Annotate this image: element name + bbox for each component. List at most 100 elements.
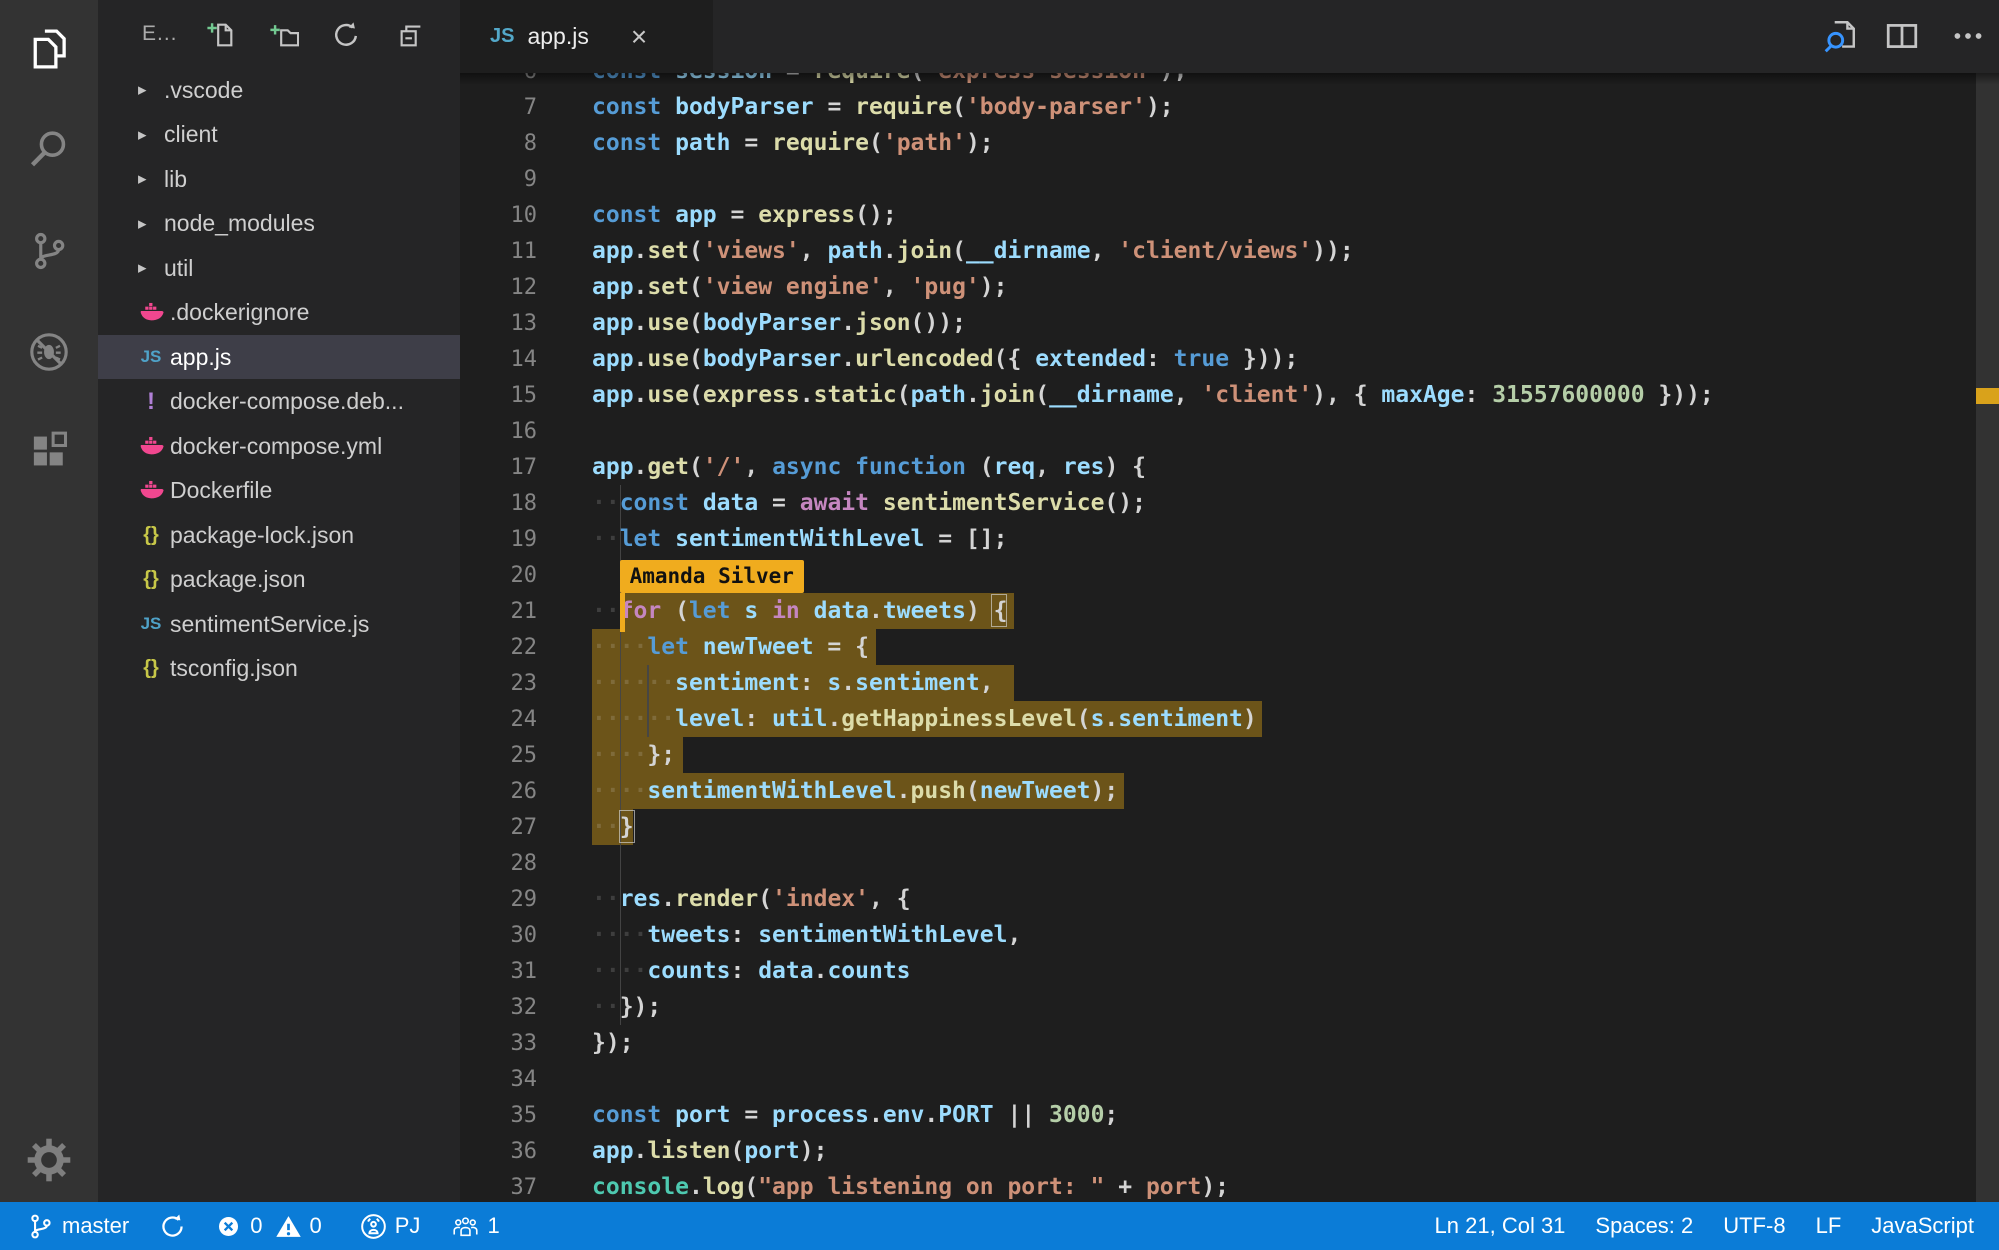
status-ln-21-col-31[interactable]: Ln 21, Col 31 — [1435, 1213, 1566, 1239]
tree-item-label: Dockerfile — [170, 477, 272, 504]
tab-close-icon[interactable]: × — [631, 23, 647, 51]
activitybar-source-control-icon[interactable] — [27, 229, 71, 273]
code-line-28: 28 — [460, 845, 1999, 881]
tree-item-tsconfig-json[interactable]: {}tsconfig.json — [98, 647, 460, 691]
status-warning[interactable]: 0 — [274, 1212, 322, 1241]
line-number: 9 — [460, 162, 537, 198]
code-line-12: 12app.set('view engine', 'pug'); — [460, 269, 1999, 305]
code-line-21: 21··for (let s in data.tweets) { — [460, 593, 1999, 629]
status-label: master — [62, 1213, 129, 1239]
activitybar-extensions-icon[interactable] — [27, 429, 71, 473]
code-line-31: 31····counts: data.counts — [460, 953, 1999, 989]
line-number: 18 — [460, 486, 537, 522]
live-share-icon — [359, 1212, 388, 1241]
js-file-icon: JS — [490, 25, 514, 48]
activity-bar — [0, 0, 98, 1202]
tree-item-client[interactable]: ▸client — [98, 113, 460, 157]
line-number: 14 — [460, 342, 537, 378]
tree-item-label: docker-compose.deb... — [170, 388, 404, 415]
code-line-11: 11app.set('views', path.join(__dirname, … — [460, 233, 1999, 269]
search-in-file-icon[interactable] — [1822, 18, 1858, 54]
editor-top-shadow — [460, 73, 1999, 85]
status-label: PJ — [395, 1213, 421, 1239]
line-number: 28 — [460, 846, 537, 882]
code-line-23: 23······sentiment: s.sentiment, — [460, 665, 1999, 701]
git-branch-icon — [26, 1212, 55, 1241]
status-git-branch[interactable]: master — [26, 1212, 129, 1241]
line-number: 22 — [460, 630, 537, 666]
code-line-24: 24······level: util.getHappinessLevel(s.… — [460, 701, 1999, 737]
tree-item-label: lib — [164, 166, 187, 193]
line-number: 16 — [460, 414, 537, 450]
warning-icon — [274, 1212, 303, 1241]
chevron-right-icon: ▸ — [138, 80, 164, 100]
activitybar-explorer-icon[interactable] — [27, 27, 71, 71]
line-number: 21 — [460, 594, 537, 630]
collapse-all-icon[interactable] — [396, 20, 426, 50]
code-line-29: 29··res.render('index', { — [460, 881, 1999, 917]
line-number: 12 — [460, 270, 537, 306]
status-sync[interactable] — [158, 1212, 187, 1241]
code-line-13: 13app.use(bodyParser.json()); — [460, 305, 1999, 341]
status-people[interactable]: 1 — [451, 1212, 499, 1241]
line-number: 37 — [460, 1170, 537, 1202]
line-number: 32 — [460, 990, 537, 1026]
braces-file-icon: {} — [136, 657, 166, 680]
activitybar-settings-gear-icon[interactable] — [27, 1138, 71, 1182]
activitybar-search-icon[interactable] — [27, 127, 71, 171]
status-live-share[interactable]: PJ — [359, 1212, 421, 1241]
tab-label: app.js — [527, 23, 588, 50]
vscode-window: E... ▸.vscode▸client▸lib▸node_modules▸ut… — [0, 0, 1999, 1250]
tree-item-docker-compose-yml[interactable]: docker-compose.yml — [98, 424, 460, 468]
more-actions-icon[interactable] — [1950, 18, 1986, 54]
tree-item-label: package.json — [170, 566, 306, 593]
code-line-26: 26····sentimentWithLevel.push(newTweet); — [460, 773, 1999, 809]
docker-file-icon — [136, 434, 166, 459]
tree-item-docker-compose-deb-[interactable]: !docker-compose.deb... — [98, 380, 460, 424]
tree-item-label: client — [164, 121, 218, 148]
line-number: 34 — [460, 1062, 537, 1098]
line-number: 36 — [460, 1134, 537, 1170]
line-number: 19 — [460, 522, 537, 558]
tree-item-sentimentservice-js[interactable]: JSsentimentService.js — [98, 602, 460, 646]
sync-icon — [158, 1212, 187, 1241]
tree-item-package-lock-json[interactable]: {}package-lock.json — [98, 513, 460, 557]
tree-item--vscode[interactable]: ▸.vscode — [98, 68, 460, 112]
bracket-match-box — [619, 810, 635, 843]
tree-item-app-js[interactable]: JSapp.js — [98, 335, 460, 379]
participant-cursor — [620, 593, 625, 632]
tab-bar: JS app.js × — [460, 0, 1999, 73]
tree-item-lib[interactable]: ▸lib — [98, 157, 460, 201]
tree-item-package-json[interactable]: {}package.json — [98, 558, 460, 602]
tab-appjs[interactable]: JS app.js × — [460, 0, 713, 73]
code-line-36: 36app.listen(port); — [460, 1133, 1999, 1169]
activitybar-debug-icon[interactable] — [27, 330, 71, 374]
refresh-icon[interactable] — [331, 20, 361, 50]
editor-scrollbar[interactable] — [1976, 73, 1999, 1202]
status-lf[interactable]: LF — [1816, 1213, 1842, 1239]
tree-item-label: docker-compose.yml — [170, 433, 382, 460]
docker-file-icon — [136, 478, 166, 503]
explorer-sidebar: E... ▸.vscode▸client▸lib▸node_modules▸ut… — [98, 0, 460, 1202]
new-folder-icon[interactable] — [269, 20, 299, 50]
status-label: 0 — [250, 1213, 262, 1239]
tree-item-label: .dockerignore — [170, 299, 309, 326]
status-bar: master 00 PJ 1 Ln 21, Col 31 Spaces: 2 UTF-8 L… — [0, 1202, 1999, 1250]
new-file-icon[interactable] — [206, 20, 236, 50]
tree-item-node-modules[interactable]: ▸node_modules — [98, 202, 460, 246]
line-number: 13 — [460, 306, 537, 342]
code-line-10: 10const app = express(); — [460, 197, 1999, 233]
status-error[interactable]: 0 — [214, 1212, 262, 1241]
line-number: 17 — [460, 450, 537, 486]
code-area[interactable]: 6const session = require('express-sessio… — [460, 53, 1999, 1202]
status-spaces-2[interactable]: Spaces: 2 — [1595, 1213, 1693, 1239]
tree-item--dockerignore[interactable]: .dockerignore — [98, 291, 460, 335]
tree-item-dockerfile[interactable]: Dockerfile — [98, 469, 460, 513]
status-utf-8[interactable]: UTF-8 — [1723, 1213, 1785, 1239]
line-number: 8 — [460, 126, 537, 162]
split-editor-icon[interactable] — [1884, 18, 1920, 54]
code-line-22: 22····let newTweet = { — [460, 629, 1999, 665]
tree-item-util[interactable]: ▸util — [98, 246, 460, 290]
error-icon — [214, 1212, 243, 1241]
status-javascript[interactable]: JavaScript — [1871, 1213, 1974, 1239]
